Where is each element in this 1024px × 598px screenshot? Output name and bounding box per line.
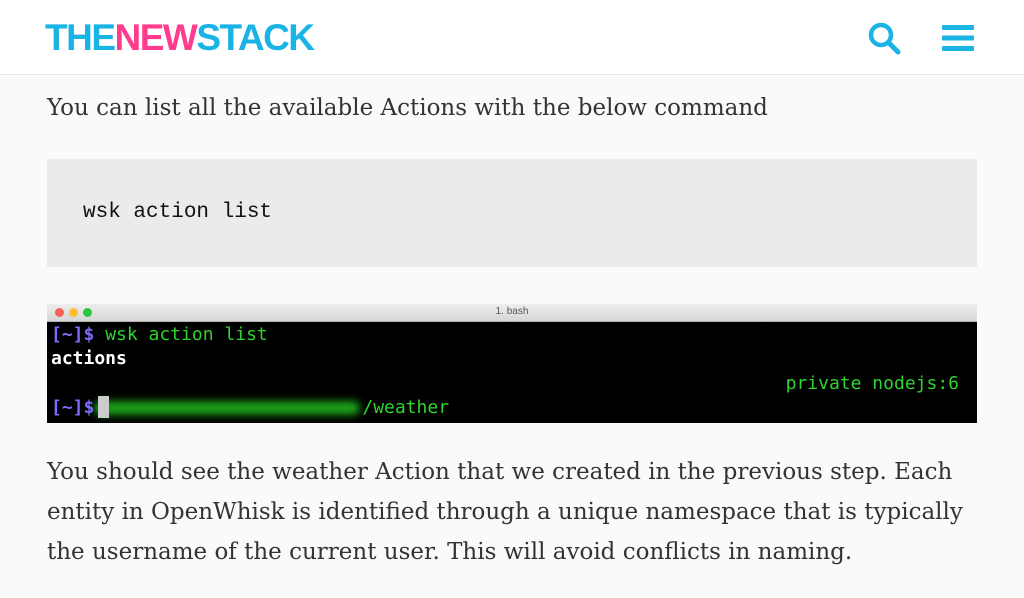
- body-paragraph: You should see the weather Action that w…: [47, 459, 963, 565]
- terminal-cursor: [98, 396, 110, 418]
- search-icon: [868, 22, 901, 55]
- terminal-command: wsk action list: [94, 324, 268, 345]
- terminal-action-path: /weather: [362, 397, 450, 418]
- site-logo[interactable]: THENEWSTACK: [45, 16, 315, 60]
- logo-text-the: THE: [45, 17, 116, 58]
- terminal-line-prompt: [~]$: [51, 396, 110, 420]
- terminal-line-command: [~]$ wsk action list: [51, 323, 268, 347]
- terminal-titlebar: 1. bash: [47, 304, 977, 322]
- hamburger-menu-icon: [942, 25, 974, 51]
- terminal-screenshot: 1. bash [~]$ wsk action list actions /we…: [47, 304, 977, 423]
- blurred-namespace: [94, 401, 361, 415]
- logo-text-new: NEW: [114, 17, 198, 58]
- site-header: THENEWSTACK: [0, 0, 1024, 75]
- menu-button[interactable]: [940, 20, 976, 56]
- code-block: wsk action list: [47, 159, 977, 267]
- logo-text-stack: STACK: [196, 17, 315, 58]
- terminal-prompt-2: [~]$: [51, 397, 95, 418]
- terminal-action-row: /weather private nodejs:6: [51, 372, 969, 423]
- intro-paragraph: You can list all the available Actions w…: [47, 95, 768, 121]
- terminal-output-heading: actions: [51, 348, 127, 369]
- search-button[interactable]: [866, 20, 902, 56]
- terminal-prompt: [~]$: [51, 324, 95, 345]
- code-command: wsk action list: [83, 201, 273, 224]
- terminal-title: 1. bash: [495, 306, 529, 317]
- terminal-action-meta: private nodejs:6: [785, 373, 959, 394]
